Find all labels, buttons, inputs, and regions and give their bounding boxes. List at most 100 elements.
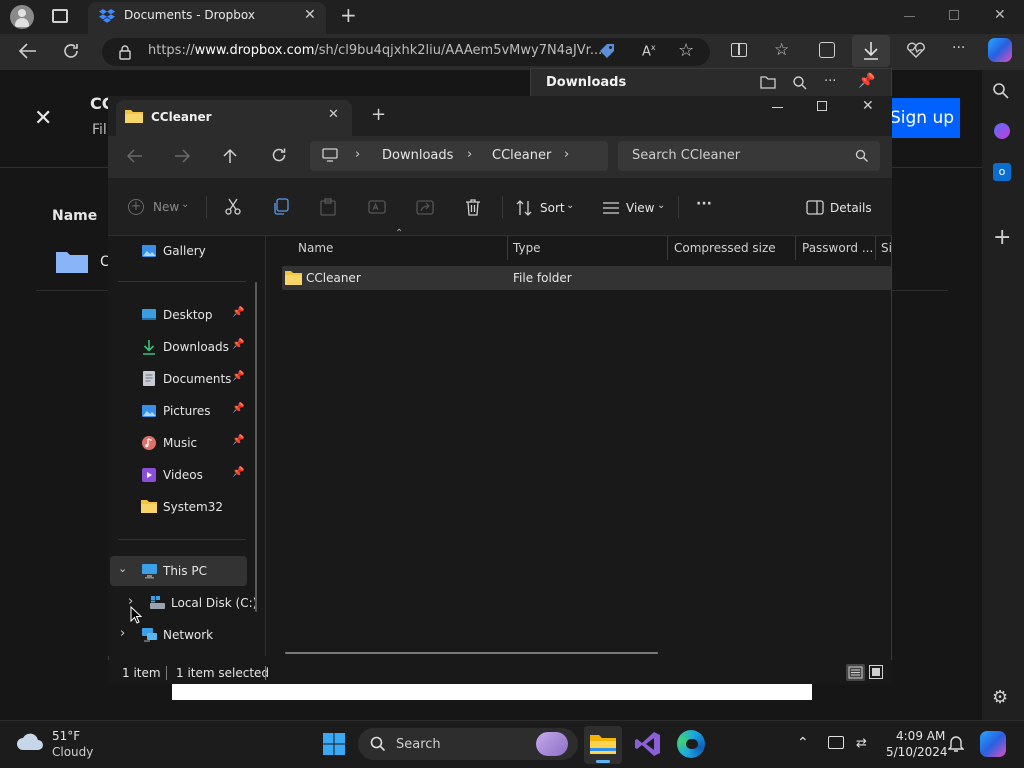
- column-header-size[interactable]: Si: [881, 241, 891, 255]
- tray-overflow-chevron-up-icon[interactable]: ⌃: [797, 735, 809, 751]
- see-more-icon[interactable]: ···: [696, 196, 712, 212]
- clock-time[interactable]: 4:09 AM: [896, 729, 945, 743]
- nav-item-gallery[interactable]: Gallery: [116, 238, 246, 264]
- copilot-taskbar-icon[interactable]: [980, 731, 1006, 757]
- downloads-button[interactable]: [852, 35, 890, 67]
- nav-item-videos[interactable]: Videos 📌: [116, 462, 246, 488]
- weather-temp[interactable]: 51°F: [52, 729, 80, 743]
- column-header-password[interactable]: Password ...: [802, 241, 873, 255]
- nav-item-documents[interactable]: Documents 📌: [116, 366, 246, 392]
- new-button[interactable]: + New ⌄: [124, 195, 198, 219]
- rename-icon[interactable]: [368, 198, 386, 216]
- pin-icon[interactable]: 📌: [232, 467, 244, 478]
- workspaces-icon[interactable]: [52, 9, 68, 23]
- new-tab-button[interactable]: +: [340, 3, 357, 27]
- column-separator[interactable]: [667, 236, 668, 260]
- refresh-icon[interactable]: [62, 42, 80, 60]
- network-status-icon[interactable]: ⇄: [856, 736, 867, 751]
- notification-bell-icon[interactable]: [948, 735, 964, 753]
- weather-desc[interactable]: Cloudy: [52, 745, 93, 759]
- favorite-star-icon[interactable]: ☆: [678, 40, 694, 61]
- profile-avatar[interactable]: [10, 5, 34, 29]
- close-window-icon[interactable]: ✕: [994, 7, 1006, 23]
- nav-scrollbar[interactable]: [255, 282, 257, 612]
- details-button[interactable]: Details: [802, 196, 874, 220]
- explorer-back-icon[interactable]: [126, 148, 144, 164]
- details-view-icon[interactable]: [846, 664, 865, 681]
- back-arrow-icon[interactable]: [18, 42, 38, 60]
- delete-icon[interactable]: [465, 198, 481, 216]
- restore-window-icon[interactable]: [949, 10, 959, 20]
- expand-chevron-right-icon[interactable]: ›: [120, 626, 125, 641]
- nav-item-network[interactable]: › Network: [116, 622, 246, 648]
- explorer-close-icon[interactable]: ✕: [862, 98, 874, 114]
- table-row[interactable]: CCleaner File folder: [282, 266, 891, 290]
- sidebar-add-icon[interactable]: +: [993, 225, 1011, 250]
- start-windows-icon[interactable]: [322, 732, 346, 756]
- weather-cloud-icon[interactable]: [16, 732, 44, 752]
- breadcrumb-ccleaner[interactable]: CCleaner: [492, 148, 551, 163]
- explorer-search-icon[interactable]: [855, 149, 869, 163]
- downloads-search-icon[interactable]: [792, 75, 808, 91]
- explorer-new-tab-icon[interactable]: +: [371, 104, 386, 125]
- taskbar-file-explorer[interactable]: [584, 726, 622, 764]
- expand-chevron-down-icon[interactable]: ⌄: [118, 562, 127, 575]
- explorer-forward-icon[interactable]: [173, 148, 191, 164]
- nav-item-this-pc[interactable]: ⌄ This PC: [110, 556, 247, 586]
- share-icon[interactable]: [416, 198, 434, 216]
- open-folder-icon[interactable]: [760, 75, 776, 89]
- search-highlight-icon[interactable]: [536, 732, 568, 756]
- close-tab-icon[interactable]: ✕: [304, 7, 316, 23]
- column-separator[interactable]: [795, 236, 796, 260]
- downloads-more-icon[interactable]: ···: [824, 74, 836, 89]
- nav-item-downloads[interactable]: Downloads 📌: [116, 334, 246, 360]
- url-text[interactable]: https://www.dropbox.com/sh/cl9bu4qjxhk2l…: [148, 43, 602, 58]
- clock-date[interactable]: 5/10/2024: [886, 745, 948, 759]
- pin-icon[interactable]: 📌: [232, 307, 244, 318]
- pin-icon[interactable]: 📌: [232, 403, 244, 414]
- this-pc-crumb-icon[interactable]: [322, 148, 338, 162]
- explorer-refresh-icon[interactable]: [271, 147, 287, 163]
- sidebar-settings-icon[interactable]: ⚙: [992, 687, 1008, 708]
- sort-button[interactable]: Sort ⌄: [512, 196, 582, 220]
- column-header-name[interactable]: Name: [298, 241, 333, 255]
- heartbeat-icon[interactable]: [906, 42, 926, 58]
- horizontal-scrollbar[interactable]: [285, 652, 658, 654]
- sidebar-search-icon[interactable]: [992, 82, 1010, 100]
- nav-item-desktop[interactable]: Desktop 📌: [116, 302, 246, 328]
- edge-browser-icon[interactable]: [677, 730, 705, 758]
- cut-icon[interactable]: [224, 198, 242, 216]
- pin-icon[interactable]: 📌: [858, 73, 875, 89]
- paste-icon[interactable]: [320, 198, 336, 216]
- pin-icon[interactable]: 📌: [232, 371, 244, 382]
- copilot-icon[interactable]: [988, 38, 1012, 62]
- view-button[interactable]: View ⌄: [600, 196, 672, 220]
- copy-icon[interactable]: [272, 198, 290, 216]
- split-screen-icon[interactable]: [731, 43, 747, 57]
- sidebar-outlook-icon[interactable]: o: [993, 163, 1011, 181]
- close-icon[interactable]: ✕: [34, 106, 52, 131]
- favorites-icon[interactable]: ☆: [774, 40, 789, 60]
- close-explorer-tab-icon[interactable]: ✕: [328, 107, 339, 122]
- column-header-type[interactable]: Type: [513, 241, 541, 255]
- pin-icon[interactable]: 📌: [232, 339, 244, 350]
- breadcrumb-chevron-icon[interactable]: ›: [564, 147, 569, 162]
- nav-item-pictures[interactable]: Pictures 📌: [116, 398, 246, 424]
- more-options-icon[interactable]: ···: [952, 40, 965, 56]
- read-aloud-icon[interactable]: Aⅹ: [642, 43, 656, 59]
- column-separator[interactable]: [507, 236, 508, 260]
- nav-item-system32[interactable]: System32: [116, 494, 246, 520]
- breadcrumb-downloads[interactable]: Downloads: [382, 148, 453, 163]
- explorer-maximize-icon[interactable]: [817, 101, 827, 111]
- sidebar-copilot-icon[interactable]: [994, 123, 1010, 139]
- visual-studio-icon[interactable]: [634, 730, 662, 758]
- tag-icon[interactable]: [598, 42, 616, 60]
- collections-icon[interactable]: [819, 42, 835, 58]
- minimize-window-icon[interactable]: [904, 16, 915, 17]
- column-header-compressed-size[interactable]: Compressed size: [674, 241, 776, 255]
- explorer-minimize-icon[interactable]: [772, 107, 783, 108]
- explorer-up-icon[interactable]: [222, 147, 238, 165]
- nav-item-music[interactable]: Music 📌: [116, 430, 246, 456]
- display-icon[interactable]: [828, 736, 844, 749]
- column-separator[interactable]: [875, 236, 876, 260]
